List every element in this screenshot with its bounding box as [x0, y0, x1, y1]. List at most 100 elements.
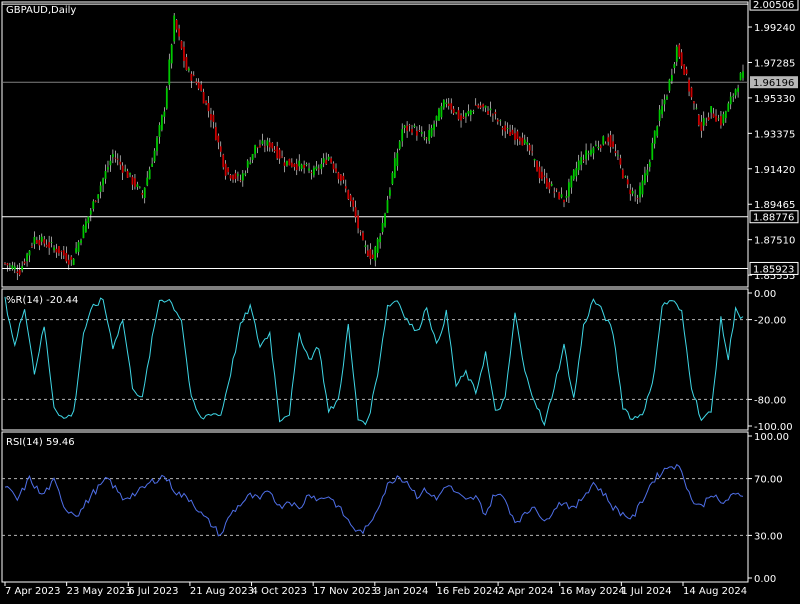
bull-candle [717, 118, 720, 120]
bull-candle [161, 115, 163, 130]
bear-candle [212, 114, 215, 122]
bear-candle [494, 112, 497, 114]
bear-candle [511, 129, 514, 135]
bear-candle [700, 121, 703, 131]
time-tick-label: 16 Feb 2024 [436, 586, 498, 597]
time-tick-label: 14 Aug 2024 [683, 586, 747, 597]
bull-candle [153, 150, 156, 162]
bear-candle [720, 116, 722, 126]
bear-candle [190, 73, 193, 81]
bear-candle [183, 46, 185, 61]
bull-candle [560, 194, 563, 198]
bull-candle [40, 236, 43, 242]
bull-candle [85, 221, 87, 232]
bull-candle [423, 137, 426, 139]
bear-candle [607, 137, 610, 142]
bear-candle [340, 174, 342, 182]
bull-candle [440, 106, 443, 118]
trading-chart[interactable]: 1.99240 1.97285 1.95330 1.93375 1.91420 1.894… [0, 0, 800, 600]
bear-candle [352, 199, 355, 207]
bull-candle [467, 110, 470, 114]
bear-candle [4, 262, 6, 264]
bull-candle [107, 167, 109, 170]
bear-candle [425, 137, 428, 139]
bull-candle [254, 144, 256, 155]
price-tick-label: 1.91420 [754, 165, 795, 176]
chart-canvas[interactable]: 1.99240 1.97285 1.95330 1.93375 1.91420 1.894… [0, 0, 800, 600]
bear-candle [295, 163, 298, 171]
price-tick-label: 1.97285 [754, 58, 795, 69]
bear-candle [290, 162, 293, 167]
bull-candle [695, 107, 698, 109]
rsi-label: RSI(14) 59.46 [6, 437, 75, 448]
time-tick-label: 16 May 2024 [560, 586, 625, 597]
bear-candle [690, 87, 693, 98]
bull-candle [472, 111, 475, 112]
bear-candle [712, 113, 715, 118]
bull-candle [322, 158, 325, 163]
bear-candle [582, 160, 585, 162]
williams-r-tick-label: -20.00 [754, 316, 786, 327]
bull-candle [572, 170, 575, 180]
bull-candle [156, 137, 158, 152]
bear-candle [460, 115, 462, 121]
bull-candle [403, 125, 406, 128]
bull-candle [104, 171, 107, 179]
bear-candle [501, 127, 504, 130]
bull-candle [646, 169, 649, 176]
bull-candle [734, 89, 737, 96]
bear-candle [697, 115, 700, 126]
bear-candle [344, 186, 347, 189]
bear-candle [479, 105, 482, 108]
bear-candle [283, 162, 286, 166]
bear-candle [281, 156, 283, 158]
bear-candle [462, 116, 465, 119]
bear-candle [271, 142, 274, 149]
bull-candle [526, 142, 529, 145]
bear-candle [234, 173, 237, 180]
price-tick-label: 1.99240 [754, 23, 795, 34]
bear-candle [217, 135, 220, 143]
bull-candle [469, 110, 472, 115]
bear-candle [337, 172, 340, 180]
time-tick-label: 2 Apr 2024 [498, 586, 553, 597]
bull-candle [661, 105, 663, 115]
bull-candle [663, 99, 666, 105]
bear-candle [55, 248, 58, 253]
bear-candle [205, 100, 207, 103]
bull-candle [592, 147, 595, 154]
bull-candle [300, 164, 303, 170]
bear-candle [609, 135, 612, 148]
bull-candle [420, 132, 423, 134]
bull-candle [724, 111, 727, 119]
bull-candle [585, 150, 587, 160]
bull-candle [499, 120, 502, 122]
bear-candle [197, 82, 200, 89]
bull-candle [670, 75, 673, 81]
bull-candle [455, 112, 458, 114]
bull-candle [124, 169, 127, 171]
bull-candle [129, 172, 131, 175]
bear-candle [65, 252, 68, 262]
bear-candle [685, 69, 688, 74]
bear-candle [195, 81, 198, 83]
bull-candle [393, 158, 396, 178]
bear-candle [224, 163, 227, 176]
bull-candle [26, 253, 28, 262]
bull-candle [742, 71, 744, 78]
bull-candle [266, 140, 269, 146]
bull-candle [261, 140, 264, 145]
bear-candle [38, 239, 41, 246]
bear-candle [474, 105, 477, 106]
bear-candle [514, 133, 516, 141]
bull-candle [666, 96, 668, 100]
bull-candle [308, 168, 310, 171]
bull-candle [9, 264, 11, 266]
bull-candle [50, 242, 53, 243]
bull-candle [570, 175, 573, 188]
bear-candle [23, 261, 26, 264]
bear-candle [58, 246, 60, 254]
bear-candle [411, 129, 413, 133]
bull-candle [389, 189, 391, 196]
price-tick-label: 1.95330 [754, 94, 795, 105]
